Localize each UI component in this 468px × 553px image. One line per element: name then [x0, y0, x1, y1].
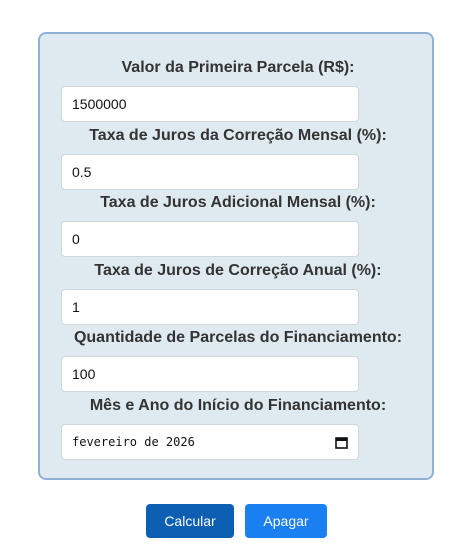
monthly-correction-rate-input[interactable] [61, 154, 359, 190]
loan-form-panel: Valor da Primeira Parcela (R$): Taxa de … [38, 32, 434, 480]
start-month-year-label: Mês e Ano do Início do Financiamento: [89, 397, 387, 414]
calculate-button[interactable]: Calcular [146, 504, 234, 538]
clear-button[interactable]: Apagar [245, 504, 327, 538]
start-month-year-value: fevereiro de 2026 [72, 435, 195, 449]
annual-correction-rate-label: Taxa de Juros de Correção Anual (%): [94, 262, 382, 279]
first-installment-label: Valor da Primeira Parcela (R$): [121, 59, 355, 76]
installment-count-input[interactable] [61, 356, 359, 392]
annual-correction-rate-input[interactable] [61, 289, 359, 325]
start-month-year-input[interactable]: fevereiro de 2026 [61, 424, 359, 460]
additional-monthly-rate-input[interactable] [61, 221, 359, 257]
additional-monthly-rate-label: Taxa de Juros Adicional Mensal (%): [100, 194, 376, 211]
installment-count-label: Quantidade de Parcelas do Financiamento: [73, 329, 403, 346]
first-installment-input[interactable] [61, 86, 359, 122]
calendar-icon[interactable] [334, 435, 348, 449]
monthly-correction-rate-label: Taxa de Juros da Correção Mensal (%): [89, 127, 387, 144]
